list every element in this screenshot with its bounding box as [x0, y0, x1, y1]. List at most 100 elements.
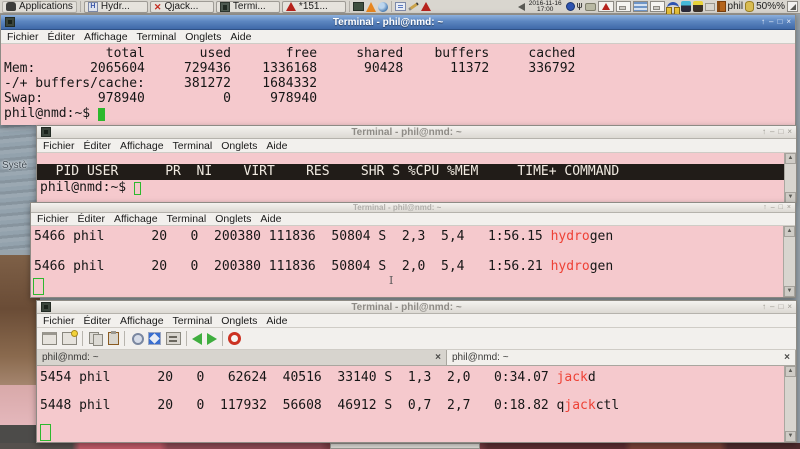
scrollbar[interactable]: ▲ ▼: [784, 153, 796, 203]
menu-terminal[interactable]: Terminal: [137, 31, 177, 43]
desktop-icon-label[interactable]: Systè: [2, 160, 27, 171]
applications-menu-button[interactable]: Applications: [2, 1, 77, 13]
shade-button[interactable]: ↑: [762, 128, 766, 136]
copy-icon[interactable]: [88, 332, 103, 345]
scrollbar[interactable]: ▲ ▼: [784, 366, 796, 442]
tab-close-icon[interactable]: ×: [435, 352, 441, 363]
titlebar[interactable]: Terminal - phil@nmd: ~ ↑ – □ ×: [37, 126, 796, 139]
shade-button[interactable]: ↑: [761, 18, 765, 26]
shade-button[interactable]: ↑: [762, 303, 766, 311]
tray-app-icon-2[interactable]: [693, 1, 703, 12]
taskbar-button-editor[interactable]: *151...: [282, 1, 346, 13]
taskbar-button-hydrogen[interactable]: H Hydr...: [84, 1, 148, 13]
menu-affichage[interactable]: Affichage: [120, 140, 164, 152]
paste-icon[interactable]: [108, 332, 119, 345]
menu-aide[interactable]: Aide: [266, 315, 287, 327]
minimize-button[interactable]: –: [771, 204, 775, 212]
tray-triangle-button[interactable]: [598, 1, 614, 12]
minimize-button[interactable]: –: [770, 128, 774, 136]
workspace-2-active[interactable]: [633, 1, 648, 12]
workspace-1[interactable]: [616, 1, 631, 12]
headphones-tray-icon[interactable]: [667, 2, 679, 11]
scroll-up-icon[interactable]: ▲: [785, 153, 796, 164]
menu-terminal[interactable]: Terminal: [167, 213, 207, 225]
volume-icon[interactable]: [518, 3, 525, 11]
menu-editer[interactable]: Éditer: [84, 140, 111, 152]
menu-fichier[interactable]: Fichier: [37, 213, 69, 225]
menu-fichier[interactable]: Fichier: [43, 315, 75, 327]
menu-affichage[interactable]: Affichage: [120, 315, 164, 327]
menu-onglets[interactable]: Onglets: [221, 140, 257, 152]
menu-affichage[interactable]: Affichage: [84, 31, 128, 43]
shade-button[interactable]: ↑: [763, 204, 767, 212]
maximize-button[interactable]: □: [778, 128, 783, 136]
fullscreen-icon[interactable]: [148, 332, 161, 345]
highlighted-match: hydro: [551, 259, 590, 274]
menu-aide[interactable]: Aide: [230, 31, 251, 43]
network-antenna-icon[interactable]: ψ: [577, 2, 583, 11]
menu-onglets[interactable]: Onglets: [215, 213, 251, 225]
menu-affichage[interactable]: Affichage: [114, 213, 158, 225]
titlebar[interactable]: Terminal - phil@nmd: ~ ↑ – □ ×: [37, 301, 796, 314]
new-tab-icon[interactable]: [62, 332, 77, 345]
maximize-button[interactable]: □: [777, 18, 782, 26]
scroll-up-icon[interactable]: ▲: [785, 366, 796, 377]
close-button[interactable]: ×: [787, 204, 791, 212]
terminal-output-jack[interactable]: 5454 phil 20 0 62624 40516 33140 S 1,3 2…: [37, 366, 796, 442]
scroll-down-icon[interactable]: ▼: [785, 431, 796, 442]
tab-1[interactable]: phil@nmd: ~ ×: [37, 350, 447, 365]
menu-aide[interactable]: Aide: [260, 213, 281, 225]
terminal-output-top[interactable]: PID USER PR NI VIRT RES SHR S %CPU %MEM …: [37, 153, 796, 203]
close-button[interactable]: ×: [787, 303, 792, 311]
free-header-line: total used free shared buffers cached: [1, 46, 795, 61]
minimize-button[interactable]: –: [769, 18, 773, 26]
menu-onglets[interactable]: Onglets: [221, 315, 257, 327]
workspace-3[interactable]: [650, 1, 665, 12]
forward-icon[interactable]: [207, 333, 217, 345]
tray-book-icon[interactable]: [717, 1, 726, 12]
preferences-icon[interactable]: [166, 332, 181, 345]
search-icon[interactable]: [130, 332, 143, 345]
help-icon[interactable]: [228, 332, 241, 345]
back-icon[interactable]: [192, 333, 202, 345]
hydrogen-launcher-icon[interactable]: [395, 2, 406, 11]
maximize-button[interactable]: □: [779, 204, 783, 212]
menu-editer[interactable]: Éditer: [78, 213, 105, 225]
terminal-output-hydrogen[interactable]: 5466 phil 20 0 200380 111836 50804 S 2,3…: [31, 226, 795, 297]
menu-terminal[interactable]: Terminal: [173, 140, 213, 152]
tab-close-icon[interactable]: ×: [784, 352, 790, 363]
lock-tray-icon[interactable]: [566, 2, 575, 11]
display-resize-icon[interactable]: [787, 1, 798, 12]
vlc-launcher-icon[interactable]: [366, 2, 376, 12]
tray-app-icon-1[interactable]: [681, 1, 691, 12]
close-button[interactable]: ×: [786, 18, 791, 26]
titlebar[interactable]: Terminal - phil@nmd: ~ ↑ – □ ×: [1, 15, 795, 30]
tray-app-icon-3[interactable]: [705, 3, 715, 11]
scroll-down-icon[interactable]: ▼: [784, 286, 795, 297]
taskbar-button-qjackctl[interactable]: ✕ Qjack...: [150, 1, 214, 13]
scroll-up-icon[interactable]: ▲: [784, 226, 795, 237]
menu-aide[interactable]: Aide: [266, 140, 287, 152]
minimize-button[interactable]: –: [770, 303, 774, 311]
pencil-launcher-icon[interactable]: [408, 2, 419, 11]
menu-fichier[interactable]: Fichier: [7, 31, 39, 43]
menu-editer[interactable]: Éditer: [48, 31, 75, 43]
menu-fichier[interactable]: Fichier: [43, 140, 75, 152]
scrollbar[interactable]: ▲ ▼: [783, 226, 795, 297]
clock[interactable]: 2016-11-16 17:00: [527, 1, 564, 13]
editor-launcher-icon[interactable]: [421, 2, 431, 11]
taskbar-button-terminal[interactable]: Termi...: [216, 1, 280, 13]
new-window-icon[interactable]: [42, 332, 57, 345]
tray-drive-icon[interactable]: [745, 1, 754, 12]
close-button[interactable]: ×: [787, 128, 792, 136]
titlebar[interactable]: Terminal - phil@nmd: ~ ↑ – □ ×: [31, 203, 795, 213]
screenshot-launcher-icon[interactable]: [353, 2, 364, 11]
tab-2-active[interactable]: phil@nmd: ~ ×: [447, 350, 796, 365]
tray-camera-icon[interactable]: [585, 3, 596, 11]
browser-launcher-icon[interactable]: [378, 2, 388, 12]
menu-terminal[interactable]: Terminal: [173, 315, 213, 327]
menu-editer[interactable]: Éditer: [84, 315, 111, 327]
menu-onglets[interactable]: Onglets: [185, 31, 221, 43]
terminal-output-free[interactable]: total used free shared buffers cached Me…: [1, 44, 795, 125]
maximize-button[interactable]: □: [778, 303, 783, 311]
